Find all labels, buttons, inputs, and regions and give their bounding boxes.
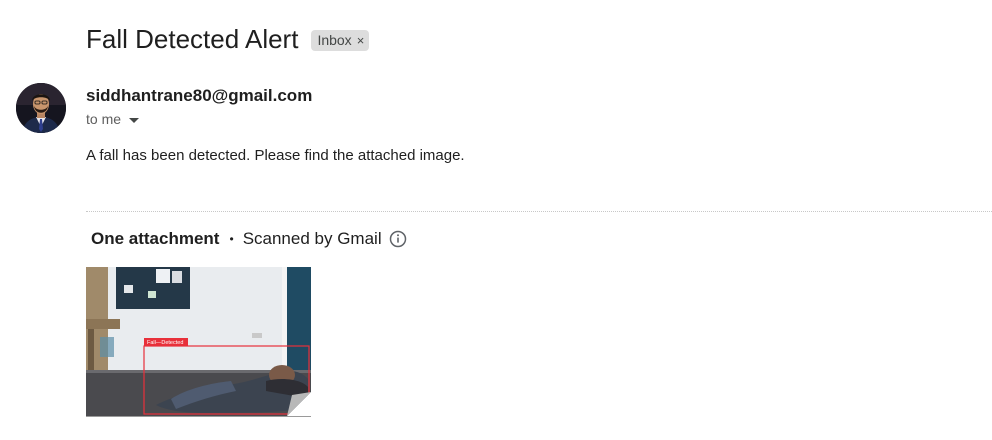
email-subject: Fall Detected Alert [86, 24, 299, 54]
sender-email[interactable]: siddhantrane80@gmail.com [86, 86, 312, 106]
scan-status: Scanned by Gmail [242, 229, 382, 248]
separator-dot: • [229, 232, 234, 246]
info-icon[interactable] [389, 230, 407, 248]
attachment-divider [86, 211, 992, 212]
label-text: Inbox [317, 32, 352, 48]
caret-down-icon[interactable] [129, 117, 140, 123]
attachment-header: One attachment • Scanned by Gmail [91, 229, 407, 249]
detection-label: Fall—Detected [147, 340, 183, 346]
email-body: A fall has been detected. Please find th… [86, 147, 465, 164]
recipient-details-toggle[interactable]: to me [86, 111, 140, 127]
attachment-image: Fall—Detected [86, 267, 311, 416]
inbox-label-chip[interactable]: Inbox × [311, 30, 370, 51]
attachment-count: One attachment [91, 229, 220, 248]
remove-label-icon[interactable]: × [357, 33, 365, 48]
subject-row: Fall Detected Alert Inbox × [86, 24, 370, 55]
email-view: Fall Detected Alert Inbox × siddhantrane… [0, 0, 992, 440]
sender-avatar[interactable] [16, 83, 66, 133]
attachment-thumbnail[interactable]: Fall—Detected [86, 267, 311, 417]
avatar-photo [16, 83, 66, 133]
recipient-label: to me [86, 111, 122, 127]
